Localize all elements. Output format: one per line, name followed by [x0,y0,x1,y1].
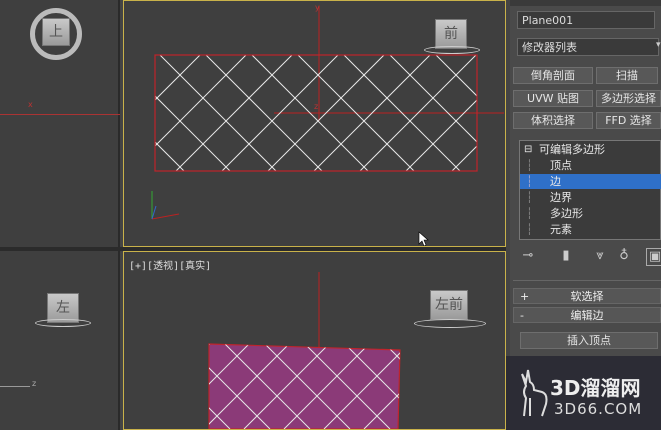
chevron-down-icon: ▾ [656,40,661,50]
stack-item-edge[interactable]: ┆ 边 [520,174,661,189]
make-unique-icon[interactable]: ⩔ [592,248,608,264]
viewcube-top[interactable]: 上 [42,18,70,46]
axis-y-label: y [315,3,320,12]
viewport-top[interactable]: 上 x [0,0,120,247]
panel-divider [513,280,661,281]
object-name-field[interactable]: Plane001 [517,11,655,29]
configure-sets-icon[interactable]: ▣ [646,248,661,266]
watermark: 3D溜溜网 3D66.COM [506,356,661,430]
show-end-result-icon[interactable]: ▮ [558,248,574,264]
modifier-button-bevel-profile[interactable]: 倒角剖面 [513,67,593,84]
remove-modifier-icon[interactable]: ♁ [616,248,632,264]
viewcube-ring [424,46,480,54]
stack-item-polygon[interactable]: ┆ 多边形 [520,206,661,221]
watermark-brand: 3D溜溜网 [550,376,641,400]
viewport-front[interactable]: y z 前 [123,0,506,247]
stack-root-label: 可编辑多边形 [539,143,605,156]
deer-logo-icon [521,369,548,417]
expand-icon: + [520,290,530,303]
axis-z-label: z [32,379,37,388]
insert-vertex-button[interactable]: 插入顶点 [520,332,658,349]
grid-axis-line [0,386,30,387]
pin-stack-icon[interactable]: ⊸ [520,248,536,264]
modifier-list-dropdown[interactable]: 修改器列表 [517,38,659,56]
viewcube-perspective[interactable]: 左前 [430,290,468,320]
watermark-url: 3D66.COM [554,400,643,418]
modifier-stack[interactable]: ⊟ 可编辑多边形 ┆ 顶点 ┆ 边 ┆ 边界 ┆ 多边形 ┆ 元素 [519,140,661,240]
viewcube-ring [35,319,91,327]
rollout-edit-edges[interactable]: - 编辑边 [513,307,661,323]
stack-item-element[interactable]: ┆ 元素 [520,222,661,237]
mouse-cursor [418,231,429,246]
stack-item-border[interactable]: ┆ 边界 [520,190,661,205]
axis-z-label: z [314,102,319,111]
viewport-left[interactable]: 左 z [0,251,120,430]
modifier-button-ffd-select[interactable]: FFD 选择 [596,112,661,129]
axis-x-label: x [28,100,33,109]
modifier-button-vol-select[interactable]: 体积选择 [513,112,593,129]
stack-item-editable-poly[interactable]: ⊟ 可编辑多边形 [520,142,661,157]
rollout-soft-select[interactable]: + 软选择 [513,288,661,304]
stack-item-vertex[interactable]: ┆ 顶点 [520,158,661,173]
collapse-icon: - [520,309,524,322]
modifier-button-poly-select[interactable]: 多边形选择 [596,90,661,107]
grid-axis-line [0,114,120,115]
panel-tabs[interactable] [510,0,661,6]
modifier-button-uvw-map[interactable]: UVW 贴图 [513,90,593,107]
viewport-perspective[interactable]: [+][透视][真实] 左前 [123,251,506,430]
collapse-toggle-icon[interactable]: ⊟ [524,142,532,157]
perspective-canvas [208,272,401,429]
viewcube-front[interactable]: 前 [435,19,467,49]
viewcube-ring [414,319,486,328]
modifier-button-sweep[interactable]: 扫描 [596,67,658,84]
